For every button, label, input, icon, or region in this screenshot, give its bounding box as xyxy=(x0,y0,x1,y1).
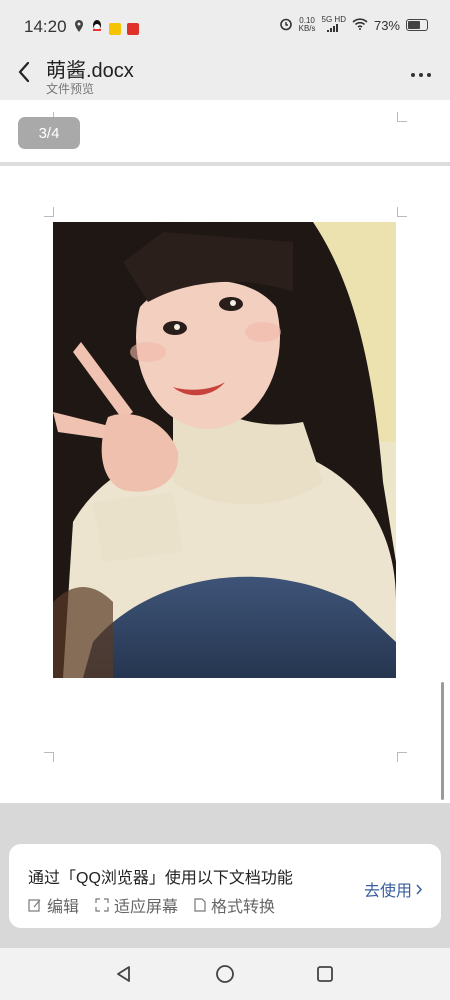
more-button[interactable] xyxy=(410,62,432,83)
location-icon xyxy=(73,19,85,38)
nav-home-button[interactable] xyxy=(214,963,236,985)
signal-icon xyxy=(326,24,338,32)
weibo-icon xyxy=(127,22,139,35)
page-indicator: 3/4 xyxy=(18,117,80,149)
net-speed-unit: KB/s xyxy=(298,24,316,33)
meituan-icon xyxy=(109,22,121,35)
page-corner-mark xyxy=(397,752,407,762)
net-speed: 0.10 KB/s xyxy=(299,17,316,33)
nav-recents-button[interactable] xyxy=(314,963,336,985)
notification-icons xyxy=(73,19,139,38)
page-separator xyxy=(0,162,450,166)
go-use-button[interactable]: 去使用 xyxy=(364,877,423,901)
page-corner-mark xyxy=(44,752,54,762)
scrollbar[interactable] xyxy=(441,682,444,800)
edit-icon xyxy=(28,899,41,912)
nav-back-button[interactable] xyxy=(113,963,135,985)
network-type: 5G HD xyxy=(321,15,346,24)
square-recents-icon xyxy=(317,966,333,982)
more-dots-icon xyxy=(411,73,431,77)
status-right: 0.10 KB/s 5G HD 73% xyxy=(279,16,428,34)
qq-browser-promo[interactable]: 通过「QQ浏览器」使用以下文档功能 编辑 适应屏幕 格式转换 去使用 xyxy=(9,844,441,928)
status-time: 14:20 xyxy=(24,17,67,36)
chevron-right-icon xyxy=(416,884,423,894)
document-icon xyxy=(194,898,206,912)
feature-format-convert-label: 格式转换 xyxy=(211,899,276,916)
feature-fit-screen[interactable]: 适应屏幕 xyxy=(95,893,178,917)
feature-fit-screen-label: 适应屏幕 xyxy=(114,899,179,916)
back-arrow-icon xyxy=(18,61,30,83)
battery-percent: 73% xyxy=(373,17,400,33)
app-header: 萌酱.docx 文件预览 xyxy=(0,48,450,100)
go-use-label: 去使用 xyxy=(363,883,412,900)
status-bar: 14:20 0.10 KB/s 5G HD 73% xyxy=(0,0,450,48)
feature-edit-label: 编辑 xyxy=(47,899,80,916)
fit-screen-icon xyxy=(95,898,109,912)
page-corner-mark xyxy=(44,207,54,217)
triangle-back-icon xyxy=(117,966,130,982)
battery-level xyxy=(408,21,420,29)
promo-features: 编辑 适应屏幕 格式转换 xyxy=(28,893,275,917)
circle-home-icon xyxy=(216,965,234,983)
feature-edit[interactable]: 编辑 xyxy=(28,893,79,917)
battery-icon xyxy=(406,19,428,31)
document-subtitle: 文件预览 xyxy=(46,82,95,96)
document-title: 萌酱.docx xyxy=(46,60,134,82)
page-corner-mark xyxy=(397,112,407,122)
signal: 5G HD xyxy=(322,16,346,34)
system-nav-bar xyxy=(0,948,450,1000)
alarm-icon xyxy=(279,17,293,34)
qq-icon xyxy=(91,19,103,38)
feature-format-convert[interactable]: 格式转换 xyxy=(194,893,275,917)
document-image xyxy=(53,222,396,678)
back-button[interactable] xyxy=(12,58,36,86)
page-corner-mark xyxy=(397,207,407,217)
promo-text: 通过「QQ浏览器」使用以下文档功能 xyxy=(28,870,293,887)
wifi-icon xyxy=(352,17,368,33)
